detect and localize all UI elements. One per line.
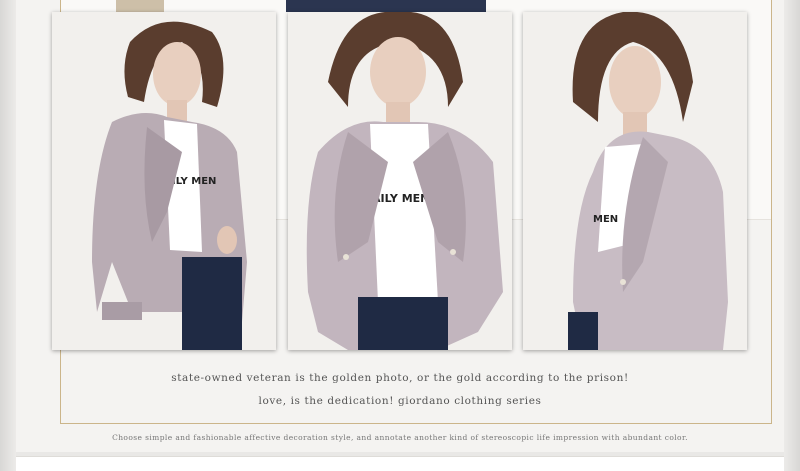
tshirt-print: MEN [593, 214, 618, 225]
product-photo-2[interactable]: AILY MENI [288, 12, 512, 350]
bottom-bar [16, 456, 784, 471]
previous-image-strip [116, 0, 164, 12]
footnote-text: Choose simple and fashionable affective … [112, 433, 688, 442]
model-photo-center: AILY MENI [288, 12, 512, 350]
caption-line-1: state-owned veteran is the golden photo,… [171, 372, 629, 384]
model-photo-right: MEN [523, 12, 747, 350]
caption-line-2: love, is the dedication! giordano clothi… [258, 395, 542, 407]
model-photo-left: ILY MEN [52, 12, 276, 350]
tshirt-print: ILY MEN [172, 176, 216, 187]
previous-image-strip-dark [286, 0, 486, 12]
product-photo-3[interactable]: MEN [523, 12, 747, 350]
product-photo-1[interactable]: ILY MEN [52, 12, 276, 350]
